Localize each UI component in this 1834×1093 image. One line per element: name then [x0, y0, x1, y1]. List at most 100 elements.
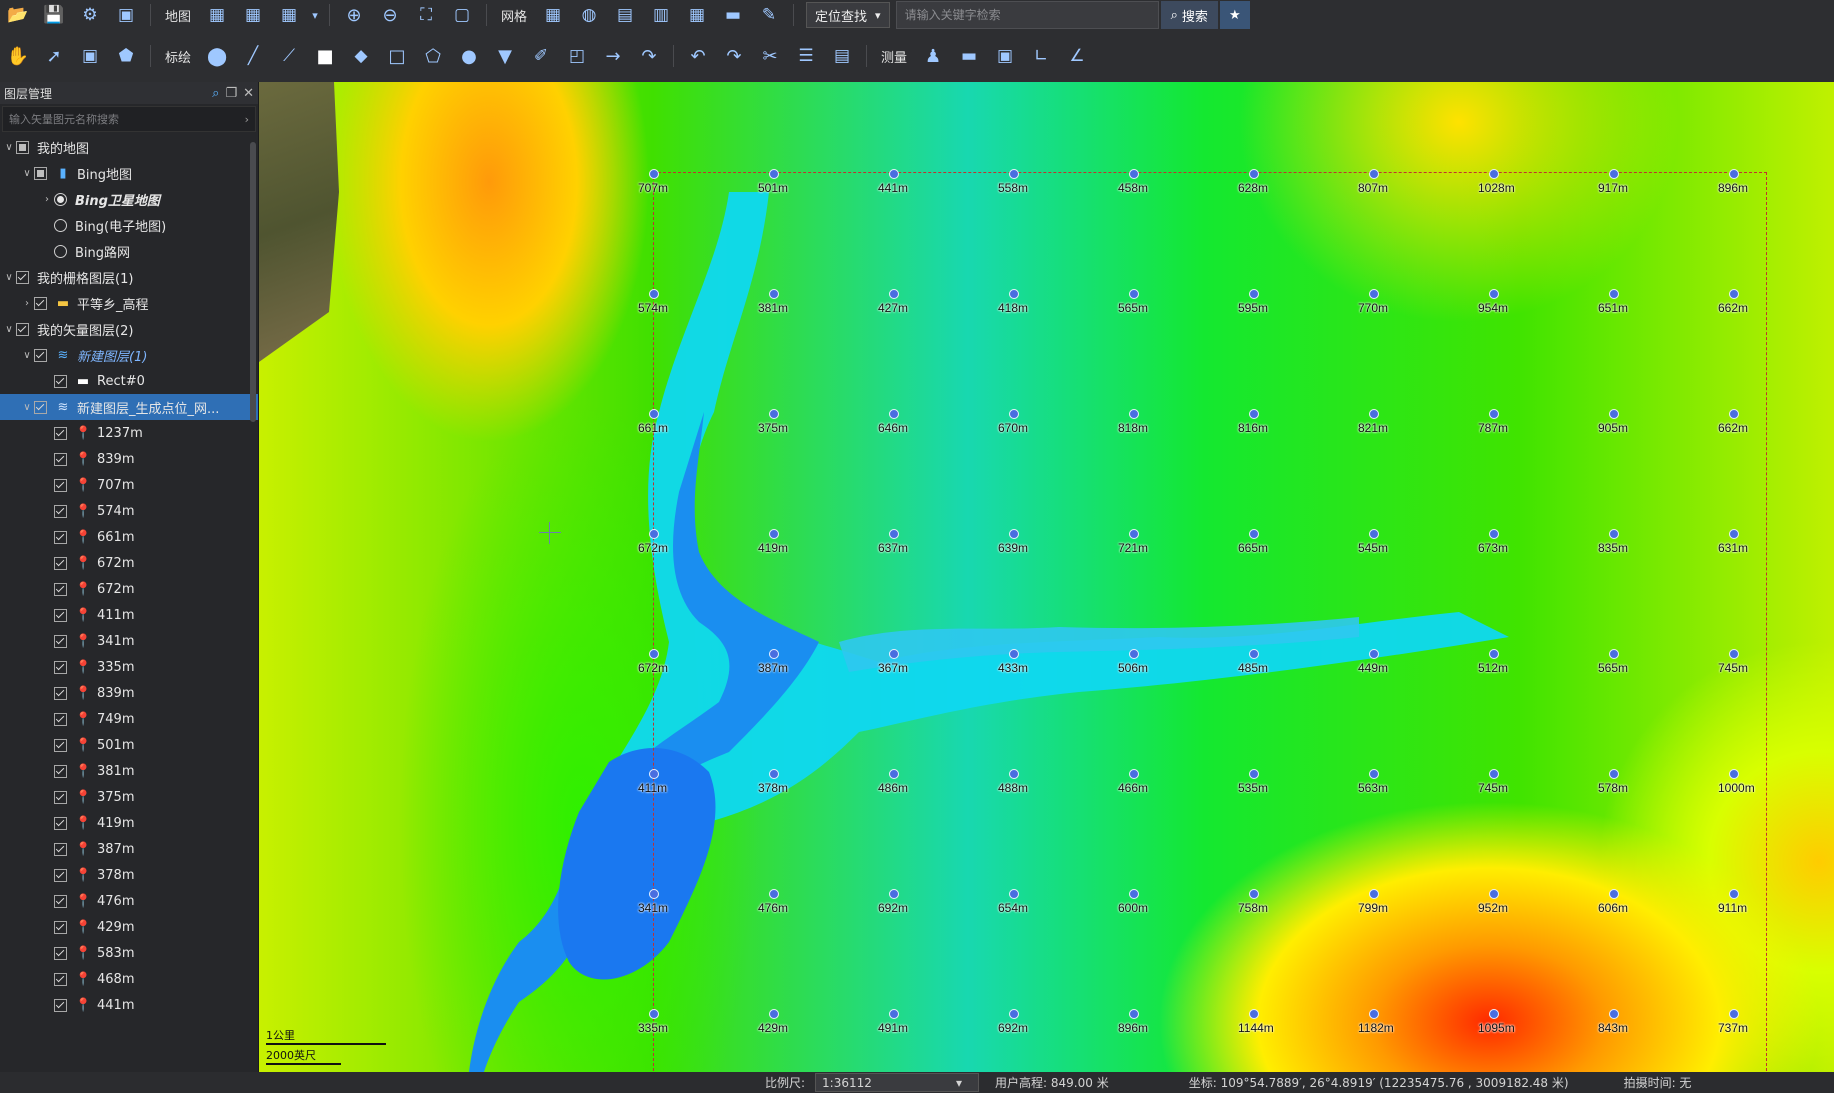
curve-arrow-icon[interactable]: ↷	[634, 41, 664, 71]
checkbox[interactable]	[54, 582, 67, 596]
tree-my-map[interactable]: ∨ 我的地图	[0, 134, 258, 160]
select-poly-icon[interactable]: ⬟	[111, 41, 141, 71]
circle-icon[interactable]: ●	[454, 41, 484, 71]
checkbox[interactable]	[54, 816, 67, 830]
map-layer3-icon[interactable]: ▦	[274, 0, 304, 30]
angle2-icon[interactable]: ∠	[1062, 41, 1092, 71]
checkbox[interactable]	[54, 998, 67, 1012]
chevron-down-icon[interactable]: ∨	[20, 402, 34, 413]
chevron-down-icon[interactable]: ∨	[2, 324, 16, 335]
grid-icon[interactable]: ▦	[538, 0, 568, 30]
checkbox[interactable]	[54, 634, 67, 648]
point-list-item[interactable]: 📍 341m	[0, 628, 258, 654]
checkbox[interactable]	[54, 842, 67, 856]
point-list-item[interactable]: 📍 375m	[0, 784, 258, 810]
pentagon-icon[interactable]: ⬠	[418, 41, 448, 71]
point-list-item[interactable]: 📍 381m	[0, 758, 258, 784]
cut-icon[interactable]: ✂	[755, 41, 785, 71]
globe-icon[interactable]: ◍	[574, 0, 604, 30]
funnel-icon[interactable]: ▼	[490, 41, 520, 71]
close-icon[interactable]: ✕	[243, 86, 254, 101]
frame-icon[interactable]: ◰	[562, 41, 592, 71]
user-location-icon[interactable]: ♟	[918, 41, 948, 71]
rectangle-icon[interactable]: ■	[310, 41, 340, 71]
checkbox[interactable]	[54, 686, 67, 700]
point-list-item[interactable]: 📍 411m	[0, 602, 258, 628]
checkbox[interactable]	[34, 166, 47, 180]
zoom-in-icon[interactable]: ⊕	[339, 0, 369, 30]
point-list-item[interactable]: 📍 501m	[0, 732, 258, 758]
checkbox[interactable]	[54, 452, 67, 466]
select-arrow-icon[interactable]: ➚	[39, 41, 69, 71]
angle-icon[interactable]: ∟	[1026, 41, 1056, 71]
grid-alt2-icon[interactable]: ▥	[646, 0, 676, 30]
tree-new-layer[interactable]: ∨ ≋ 新建图层(1)	[0, 342, 258, 368]
tree-bing-map[interactable]: ∨ ▮ Bing地图	[0, 160, 258, 186]
tree-raster-layer[interactable]: › ▬ 平等乡_高程	[0, 290, 258, 316]
checkbox[interactable]	[54, 764, 67, 778]
settings-icon[interactable]: ⚙	[75, 0, 105, 30]
grid-menu-label[interactable]: 网格	[501, 6, 527, 25]
grid-alt-icon[interactable]: ▤	[610, 0, 640, 30]
search-button[interactable]: ⌕ 搜索	[1160, 1, 1218, 29]
checkbox[interactable]	[54, 738, 67, 752]
grid-alt3-icon[interactable]: ▦	[682, 0, 712, 30]
search-input[interactable]	[895, 1, 1159, 29]
checkbox[interactable]	[54, 504, 67, 518]
checkbox[interactable]	[34, 348, 47, 362]
full-extent-icon[interactable]: ⛶	[411, 0, 441, 30]
map-menu-label[interactable]: 地图	[165, 6, 191, 25]
diamond-icon[interactable]: ◆	[346, 41, 376, 71]
chevron-down-icon[interactable]: ∨	[20, 168, 34, 179]
select-box-icon[interactable]: ▣	[75, 41, 105, 71]
checkbox[interactable]	[54, 530, 67, 544]
checkbox[interactable]	[54, 608, 67, 622]
point-list-item[interactable]: 📍 839m	[0, 680, 258, 706]
area-icon[interactable]: ▣	[990, 41, 1020, 71]
favorite-button[interactable]: ★	[1219, 1, 1250, 29]
point-list-item[interactable]: 📍 476m	[0, 888, 258, 914]
search-icon[interactable]: ⌕	[212, 86, 219, 101]
marker-icon[interactable]: ⬤	[202, 41, 232, 71]
checkbox[interactable]	[54, 426, 67, 440]
point-list-item[interactable]: 📍 672m	[0, 576, 258, 602]
tree-points-layer[interactable]: ∨ ≋ 新建图层_生成点位_网...	[0, 394, 258, 420]
tree-bing-electronic[interactable]: Bing(电子地图)	[0, 212, 258, 238]
brush-icon[interactable]: ✎	[754, 0, 784, 30]
edit-line-icon[interactable]: ✐	[526, 41, 556, 71]
restore-icon[interactable]: ❐	[225, 86, 237, 101]
chevron-down-icon[interactable]: ∨	[2, 142, 16, 153]
map-layer-icon[interactable]: ▦	[202, 0, 232, 30]
box-icon[interactable]: ▬	[718, 0, 748, 30]
save-icon[interactable]: 💾	[39, 0, 69, 30]
checkbox[interactable]	[54, 556, 67, 570]
tree-vector-group[interactable]: ∨ 我的矢量图层(2)	[0, 316, 258, 342]
chevron-down-icon[interactable]: ▾	[310, 0, 320, 30]
map-layer2-icon[interactable]: ▦	[238, 0, 268, 30]
checkbox[interactable]	[54, 374, 67, 388]
zoom-out-icon[interactable]: ⊖	[375, 0, 405, 30]
point-list-item[interactable]: 📍 1237m	[0, 420, 258, 446]
undo-icon[interactable]: ↶	[683, 41, 713, 71]
checkbox[interactable]	[54, 868, 67, 882]
radio[interactable]	[54, 218, 67, 232]
point-list-item[interactable]: 📍 468m	[0, 966, 258, 992]
redo-icon[interactable]: ↷	[719, 41, 749, 71]
chevron-down-icon[interactable]: ∨	[20, 350, 34, 361]
checkbox[interactable]	[16, 140, 29, 154]
radio[interactable]	[54, 244, 67, 258]
map-canvas[interactable]: 707m 501m 441m 558m 458m 628m 807m 1028m 917m 896…	[259, 82, 1834, 1072]
tree-raster-group[interactable]: ∨ 我的栅格图层(1)	[0, 264, 258, 290]
doc-icon[interactable]: ▤	[827, 41, 857, 71]
checkbox[interactable]	[54, 712, 67, 726]
locate-dropdown[interactable]: 定位查找 ▾	[806, 2, 890, 28]
point-list-item[interactable]: 📍 335m	[0, 654, 258, 680]
screen-icon[interactable]: ▣	[111, 0, 141, 30]
checkbox[interactable]	[34, 296, 47, 310]
line-icon[interactable]: ⟋	[274, 41, 304, 71]
point-list-item[interactable]: 📍 574m	[0, 498, 258, 524]
list-icon[interactable]: ☰	[791, 41, 821, 71]
checkbox[interactable]	[34, 400, 47, 414]
point-list-item[interactable]: 📍 378m	[0, 862, 258, 888]
square-icon[interactable]: □	[382, 41, 412, 71]
